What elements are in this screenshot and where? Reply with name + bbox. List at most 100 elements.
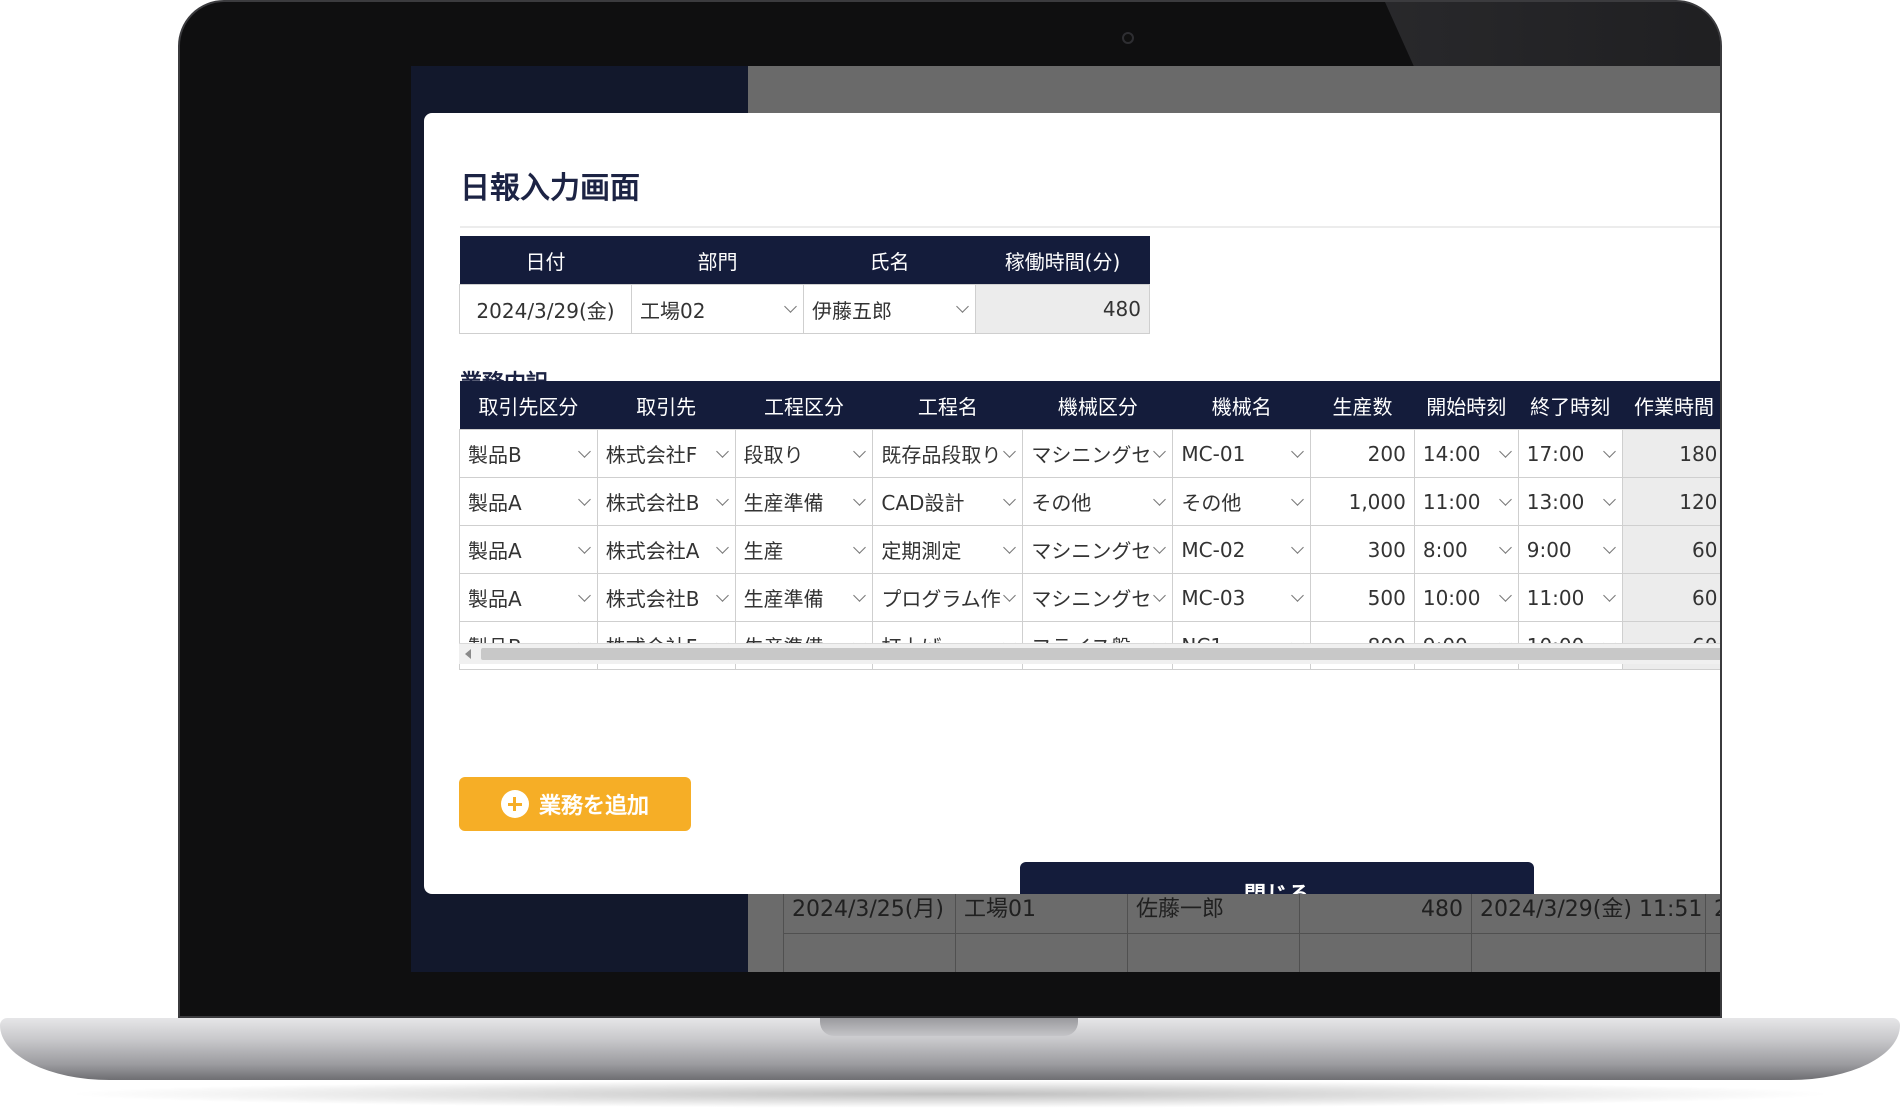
chevron-down-icon [1498, 540, 1512, 554]
col-start-time: 開始時刻 [1414, 381, 1519, 430]
col-process-type: 工程区分 [735, 381, 873, 430]
client-type-select[interactable]: 製品A [459, 573, 598, 622]
machine-name-select[interactable]: MC-03 [1172, 573, 1312, 622]
start-time-value: 14:00 [1422, 441, 1481, 466]
duration-value: 180 [1679, 441, 1718, 466]
task-table-header: 取引先区分 取引先 工程区分 工程名 機械区分 機械名 生産数 開始時刻 終了時… [459, 381, 1720, 430]
horizontal-scrollbar[interactable] [459, 643, 1720, 664]
chevron-down-icon [853, 492, 867, 506]
client-select[interactable]: 株式会社B [596, 477, 736, 526]
end-time-select[interactable]: 9:00 [1517, 525, 1623, 574]
process-type-select[interactable]: 生産準備 [734, 573, 874, 622]
table-row: 製品A 株式会社A 生産 定期測定 マシニングセ MC-02 300 8:00 … [459, 525, 1720, 574]
end-time-value: 11:00 [1526, 585, 1585, 610]
quantity-input[interactable]: 1,000 [1310, 477, 1415, 526]
process-type-select[interactable]: 段取り [734, 429, 874, 478]
start-time-select[interactable]: 11:00 [1413, 477, 1519, 526]
process-type-value: 生産準備 [743, 491, 824, 515]
process-type-value: 生産 [743, 539, 784, 563]
end-time-select[interactable]: 17:00 [1517, 429, 1623, 478]
background-list-row-empty [783, 933, 1720, 972]
header-row: 日付 部門 氏名 稼働時間(分) [459, 236, 1150, 285]
start-time-select[interactable]: 14:00 [1413, 429, 1519, 478]
quantity-input[interactable]: 300 [1310, 525, 1415, 574]
start-time-value: 11:00 [1422, 489, 1481, 514]
chevron-down-icon [1291, 444, 1304, 458]
plus-circle-icon [500, 790, 529, 818]
end-time-value: 13:00 [1526, 489, 1585, 514]
chevron-down-icon [577, 492, 591, 506]
duration-value: 60 [1691, 537, 1718, 562]
chevron-down-icon [1602, 588, 1616, 602]
header-values-row: 2024/3/29(金) 工場02 伊藤五郎 480 [459, 284, 1150, 334]
name-select[interactable]: 伊藤五郎 [803, 284, 976, 334]
add-task-button[interactable]: 業務を追加 [459, 777, 691, 831]
machine-name-select[interactable]: MC-02 [1172, 525, 1312, 574]
start-time-select[interactable]: 8:00 [1413, 525, 1519, 574]
quantity-input[interactable]: 500 [1310, 573, 1415, 622]
chevron-down-icon [784, 300, 797, 313]
client-value: 株式会社F [605, 443, 698, 467]
app-topbar [748, 66, 1720, 112]
scrollbar-thumb[interactable] [481, 648, 1720, 660]
client-type-value: 製品B [468, 443, 522, 467]
col-machine-name: 機械名 [1172, 381, 1311, 430]
col-duration: 作業時間 [1622, 381, 1720, 430]
client-select[interactable]: 株式会社B [596, 573, 736, 622]
task-table-scroll[interactable]: 取引先区分 取引先 工程区分 工程名 機械区分 機械名 生産数 開始時刻 終了時… [459, 381, 1720, 691]
machine-type-select[interactable]: マシニングセ [1022, 525, 1174, 574]
process-name-value: プログラム作 [881, 587, 1001, 611]
working-minutes-value: 480 [1102, 297, 1141, 321]
start-time-value: 8:00 [1422, 537, 1468, 562]
chevron-down-icon [1498, 444, 1512, 458]
end-time-select[interactable]: 13:00 [1517, 477, 1623, 526]
client-select[interactable]: 株式会社F [596, 429, 736, 478]
machine-type-select[interactable]: マシニングセ [1022, 429, 1174, 478]
process-type-value: 生産準備 [743, 587, 824, 611]
client-type-select[interactable]: 製品A [459, 477, 598, 526]
close-button[interactable]: 閉じる [1020, 862, 1534, 894]
machine-name-value: MC-01 [1181, 441, 1246, 466]
chevron-down-icon [1153, 588, 1167, 602]
start-time-value: 10:00 [1422, 585, 1481, 610]
quantity-input[interactable]: 200 [1310, 429, 1415, 478]
process-name-select[interactable]: プログラム作 [872, 573, 1024, 622]
duration-field: 60 [1621, 525, 1720, 574]
chevron-down-icon [715, 444, 729, 458]
machine-type-select[interactable]: その他 [1022, 477, 1174, 526]
machine-type-value: マシニングセ [1031, 539, 1152, 563]
duration-field: 120 [1621, 477, 1720, 526]
department-value: 工場02 [640, 298, 706, 323]
name-value: 伊藤五郎 [812, 298, 892, 323]
end-time-select[interactable]: 11:00 [1517, 573, 1623, 622]
quantity-value: 500 [1367, 585, 1406, 610]
client-select[interactable]: 株式会社A [596, 525, 736, 574]
process-type-select[interactable]: 生産準備 [734, 477, 874, 526]
table-row: 製品A 株式会社B 生産準備 CAD設計 その他 その他 1,000 11:00… [459, 477, 1720, 526]
col-machine-type: 機械区分 [1022, 381, 1173, 430]
modal-title: 日報入力画面 [460, 171, 640, 206]
arrow-left-icon[interactable] [465, 649, 471, 659]
laptop-shadow [60, 1080, 1840, 1108]
process-name-value: CAD設計 [881, 491, 965, 515]
bg-cell [1471, 933, 1705, 972]
process-name-select[interactable]: CAD設計 [872, 477, 1024, 526]
client-type-select[interactable]: 製品B [459, 429, 598, 478]
process-type-select[interactable]: 生産 [734, 525, 874, 574]
department-select[interactable]: 工場02 [631, 284, 804, 334]
machine-name-select[interactable]: MC-01 [1172, 429, 1312, 478]
bg-cell [1127, 933, 1299, 972]
start-time-select[interactable]: 10:00 [1413, 573, 1519, 622]
chevron-down-icon [1498, 588, 1512, 602]
machine-name-select[interactable]: その他 [1172, 477, 1312, 526]
process-name-select[interactable]: 定期測定 [872, 525, 1024, 574]
date-field[interactable]: 2024/3/29(金) [459, 284, 632, 334]
machine-name-value: その他 [1181, 491, 1242, 515]
chevron-down-icon [715, 492, 729, 506]
camera-icon [1122, 32, 1134, 44]
task-table: 取引先区分 取引先 工程区分 工程名 機械区分 機械名 生産数 開始時刻 終了時… [459, 381, 1720, 670]
machine-type-select[interactable]: マシニングセ [1022, 573, 1174, 622]
process-name-select[interactable]: 既存品段取り [872, 429, 1024, 478]
client-type-select[interactable]: 製品A [459, 525, 598, 574]
table-row: 製品B 株式会社F 段取り 既存品段取り マシニングセ MC-01 200 14… [459, 429, 1720, 478]
